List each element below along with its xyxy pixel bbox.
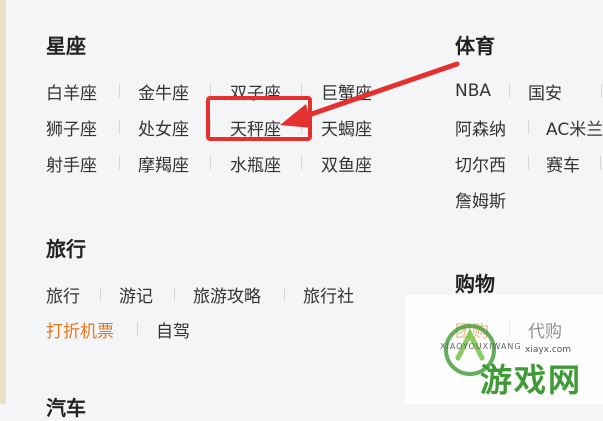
link-virgo[interactable]: 处女座: [138, 115, 189, 140]
link-aries[interactable]: 白羊座: [46, 79, 97, 104]
watermark-pinyin: XIAOYOUXIWANG: [440, 342, 522, 351]
separator: [509, 84, 510, 98]
link-scorpio[interactable]: 天蝎座: [321, 115, 372, 140]
link-aquarius[interactable]: 水瓶座: [230, 151, 281, 176]
link-purchasing-agent[interactable]: 代购: [528, 317, 562, 342]
separator: [119, 84, 120, 98]
link-pisces[interactable]: 双鱼座: [321, 151, 372, 176]
link-travel-guide[interactable]: 旅游攻略: [193, 282, 261, 307]
watermark-url: xiayx.com: [525, 345, 572, 355]
sports-heading: 体育: [455, 34, 495, 58]
link-taurus[interactable]: 金牛座: [138, 79, 189, 104]
link-ac-milan[interactable]: AC米兰: [546, 115, 603, 140]
highlight-box: [206, 96, 312, 141]
separator: [301, 156, 302, 170]
link-travel-agency[interactable]: 旅行社: [303, 282, 354, 307]
auto-heading: 汽车: [46, 396, 86, 420]
link-travel[interactable]: 旅行: [46, 282, 80, 307]
link-leo[interactable]: 狮子座: [46, 115, 97, 140]
watermark-brand: 游戏网: [480, 361, 583, 399]
separator: [284, 287, 285, 301]
link-capricorn[interactable]: 摩羯座: [138, 151, 189, 176]
separator: [119, 156, 120, 170]
separator: [174, 287, 175, 301]
shopping-heading: 购物: [455, 272, 495, 296]
separator: [137, 322, 138, 336]
link-guoan[interactable]: 国安: [528, 79, 562, 104]
separator: [509, 322, 510, 336]
left-edge-strip: [0, 0, 6, 404]
link-cancer[interactable]: 巨蟹座: [321, 79, 372, 104]
link-arsenal[interactable]: 阿森纳: [455, 115, 506, 140]
separator: [601, 84, 602, 98]
separator: [210, 156, 211, 170]
link-james[interactable]: 詹姆斯: [455, 187, 506, 212]
separator: [528, 120, 529, 134]
constellation-heading: 星座: [46, 34, 86, 58]
separator: [600, 156, 601, 170]
link-racing[interactable]: 赛车: [546, 151, 580, 176]
separator: [528, 156, 529, 170]
link-sagittarius[interactable]: 射手座: [46, 151, 97, 176]
link-self-drive[interactable]: 自驾: [156, 317, 190, 342]
separator: [119, 120, 120, 134]
link-discount-flights[interactable]: 打折机票: [46, 317, 114, 342]
separator: [100, 287, 101, 301]
link-nba[interactable]: NBA: [455, 81, 491, 101]
link-chelsea[interactable]: 切尔西: [455, 151, 506, 176]
link-travelogue[interactable]: 游记: [119, 282, 153, 307]
travel-heading: 旅行: [46, 237, 86, 261]
